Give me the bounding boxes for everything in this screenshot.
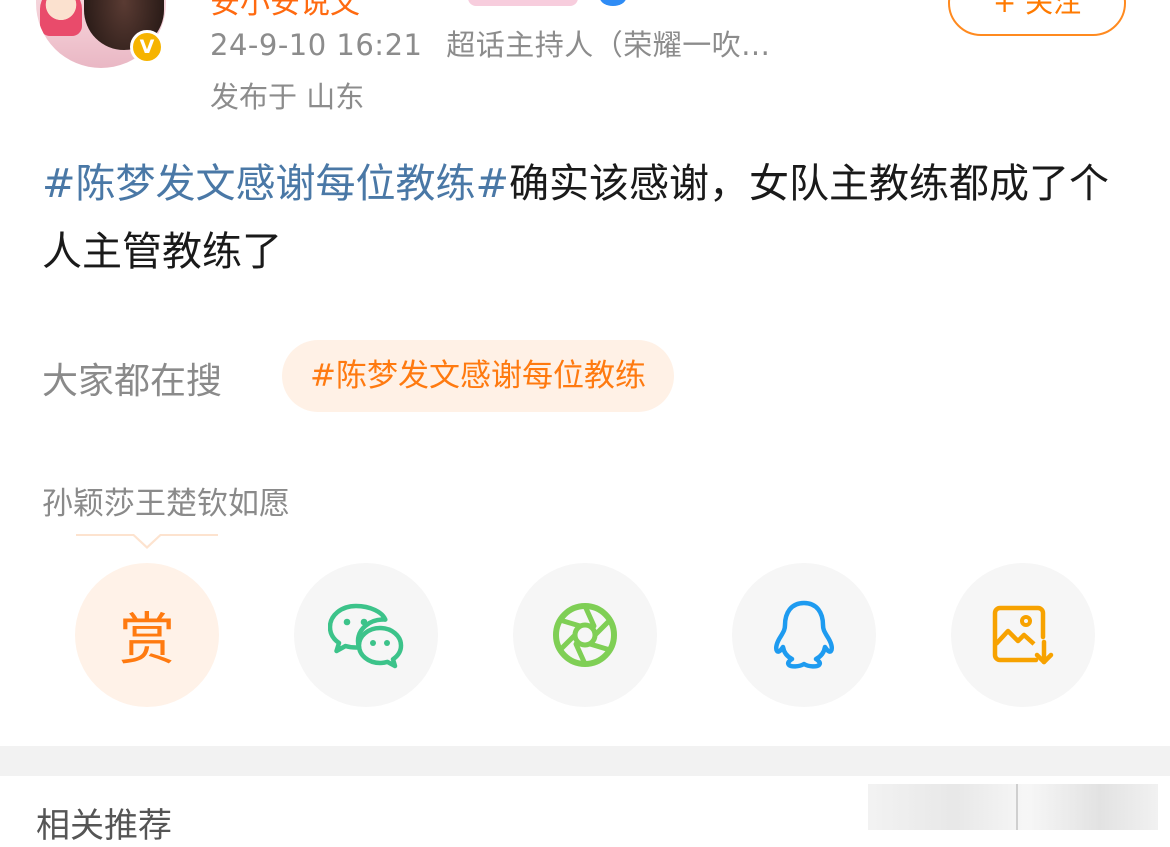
related-title: 相关推荐	[36, 806, 172, 846]
moments-icon	[553, 603, 617, 667]
related-separator	[1016, 784, 1018, 830]
avatar-sticker	[40, 0, 82, 36]
save-image-icon	[992, 605, 1054, 665]
fan-badge-icon	[468, 0, 578, 6]
post-hashtag[interactable]: #陈梦发文感谢每位教练#	[42, 161, 509, 207]
share-qq-button[interactable]	[732, 563, 876, 707]
member-badge-icon	[600, 0, 626, 6]
author-avatar[interactable]: V	[36, 0, 166, 70]
trending-search-chip[interactable]: #陈梦发文感谢每位教练	[282, 340, 674, 412]
trending-label: 大家都在搜	[42, 361, 223, 402]
trending-sub-item[interactable]: 孙颖莎王楚钦如愿	[42, 478, 290, 523]
wechat-icon	[328, 603, 404, 669]
related-thumbnail[interactable]	[868, 784, 1158, 830]
post-content: #陈梦发文感谢每位教练#确实该感谢，女队主教练都成了个人主管教练了	[42, 150, 1122, 286]
section-divider	[0, 746, 1170, 776]
author-name[interactable]: 安小安说文	[210, 0, 360, 22]
post-meta: 24-9-10 16:21 超话主持人（荣耀一吹...	[210, 22, 770, 64]
follow-button[interactable]: + 关注	[948, 0, 1126, 36]
share-wechat-button[interactable]	[294, 563, 438, 707]
verified-badge-icon: V	[130, 30, 164, 64]
author-role[interactable]: 超话主持人（荣耀一吹...	[446, 28, 770, 62]
reward-button[interactable]: 赏	[75, 563, 219, 707]
post-location: 发布于 山东	[210, 80, 365, 114]
reward-pointer	[76, 534, 218, 549]
reward-label: 赏	[119, 607, 175, 673]
save-image-button[interactable]	[951, 563, 1095, 707]
share-moments-button[interactable]	[513, 563, 657, 707]
post-timestamp: 24-9-10 16:21	[210, 28, 423, 62]
qq-icon	[773, 600, 835, 669]
